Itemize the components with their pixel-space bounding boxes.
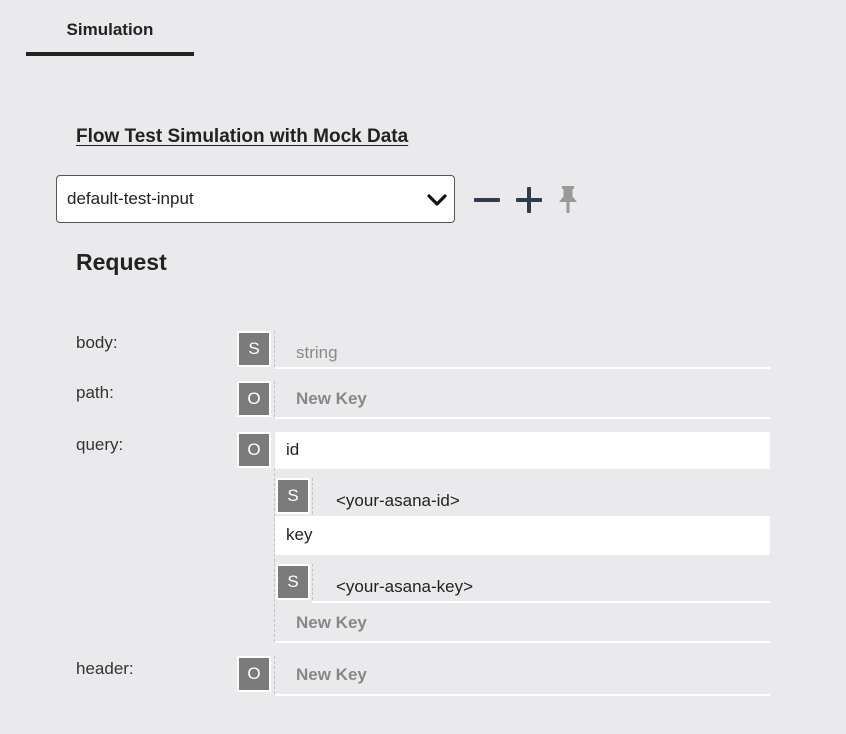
query-label: query: — [76, 435, 124, 454]
query-key-field[interactable]: key — [275, 516, 770, 555]
query-key-id: id — [286, 440, 300, 459]
test-input-select[interactable]: default-test-input — [56, 175, 455, 223]
body-value-input[interactable]: string — [296, 343, 338, 363]
query-key-divider — [312, 564, 313, 600]
header-divider — [274, 656, 275, 694]
request-title: Request — [76, 249, 167, 275]
query-key-value-underline — [312, 601, 770, 603]
body-label: body: — [76, 333, 118, 352]
body-underline — [275, 367, 770, 369]
query-id-type-badge[interactable]: S — [276, 478, 310, 514]
header-label: header: — [76, 659, 134, 678]
plus-icon[interactable] — [514, 184, 544, 216]
path-new-key-input[interactable]: New Key — [296, 389, 367, 409]
header-type-badge[interactable]: O — [237, 656, 271, 692]
header-underline — [275, 694, 770, 696]
body-type-badge[interactable]: S — [237, 331, 271, 367]
query-id-divider — [312, 478, 313, 514]
header-new-key-input[interactable]: New Key — [296, 665, 367, 685]
query-underline — [275, 641, 770, 643]
query-key-type-badge[interactable]: S — [276, 564, 310, 600]
select-value: default-test-input — [67, 189, 194, 208]
minus-icon[interactable] — [472, 184, 502, 216]
query-key-value[interactable]: <your-asana-key> — [336, 577, 473, 597]
path-divider — [274, 381, 275, 417]
pin-icon[interactable] — [553, 184, 583, 216]
query-new-key-input[interactable]: New Key — [296, 613, 367, 633]
query-nested-divider — [274, 468, 275, 642]
path-underline — [275, 417, 770, 419]
path-type-badge[interactable]: O — [237, 381, 271, 417]
query-id-value[interactable]: <your-asana-id> — [336, 491, 460, 511]
path-label: path: — [76, 383, 114, 402]
query-key-field[interactable]: id — [275, 432, 770, 469]
tab-simulation[interactable]: Simulation — [26, 18, 194, 56]
query-type-badge[interactable]: O — [237, 432, 271, 468]
body-divider — [274, 331, 275, 367]
section-title: Flow Test Simulation with Mock Data — [76, 126, 409, 147]
query-key-key: key — [286, 525, 313, 544]
chevron-down-icon — [427, 194, 447, 206]
